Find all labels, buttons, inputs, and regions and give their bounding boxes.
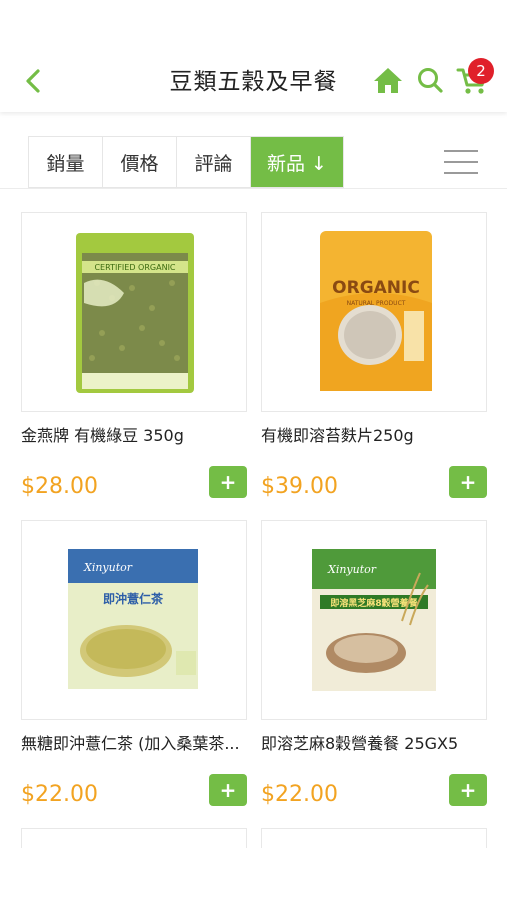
product-image: ORGANIC NATURAL PRODUCT [320, 231, 432, 391]
bottom-area [0, 848, 507, 900]
product-price: $39.00 [261, 474, 338, 499]
svg-text:即溶黑芝麻8穀營養餐: 即溶黑芝麻8穀營養餐 [330, 597, 418, 609]
add-to-cart-button[interactable]: + [209, 466, 247, 498]
product-price: $22.00 [261, 782, 338, 807]
sort-tab-sales[interactable]: 銷量 [29, 137, 103, 187]
home-button[interactable] [372, 64, 404, 96]
svg-text:CERTIFIED ORGANIC: CERTIFIED ORGANIC [94, 263, 175, 272]
product-name[interactable]: 金燕牌 有機綠豆 350g [21, 422, 251, 446]
svg-text:Xinyutor: Xinyutor [327, 563, 377, 576]
sort-tab-price[interactable]: 價格 [103, 137, 177, 187]
home-icon [374, 68, 402, 93]
sort-tab-new[interactable]: 新品 ↓ [251, 137, 343, 187]
menu-icon[interactable] [444, 150, 478, 176]
search-button[interactable] [416, 65, 444, 95]
product-image: Xinyutor 即溶黑芝麻8穀營養餐 [312, 549, 436, 691]
sort-tab-reviews[interactable]: 評論 [177, 137, 251, 187]
product-price: $22.00 [21, 782, 98, 807]
add-to-cart-button[interactable]: + [449, 466, 487, 498]
product-name[interactable]: 有機即溶苔麩片250g [261, 422, 491, 446]
product-image-frame: Xinyutor 即溶黑芝麻8穀營養餐 [261, 520, 487, 720]
cart-count-badge: 2 [468, 58, 494, 84]
sort-tabs: 銷量 價格 評論 新品 ↓ [28, 136, 344, 188]
product-price: $28.00 [21, 474, 98, 499]
product-name[interactable]: 即溶芝麻8穀營養餐 25GX5 [261, 730, 491, 754]
search-icon [418, 68, 443, 93]
product-image-frame: Xinyutor 即沖薏仁茶 [21, 520, 247, 720]
product-image: Xinyutor 即沖薏仁茶 [68, 549, 198, 689]
svg-text:Xinyutor: Xinyutor [83, 561, 133, 574]
svg-text:ORGANIC: ORGANIC [332, 278, 420, 298]
product-name[interactable]: 無糖即沖薏仁茶 (加入桑葉茶... [21, 730, 251, 754]
add-to-cart-button[interactable]: + [209, 774, 247, 806]
app-header: 豆類五穀及早餐 2 [0, 0, 507, 112]
product-image: CERTIFIED ORGANIC [76, 233, 194, 393]
sort-bar: 銷量 價格 評論 新品 ↓ [0, 136, 507, 188]
product-image-frame: ORGANIC NATURAL PRODUCT [261, 212, 487, 412]
divider [0, 188, 507, 189]
svg-text:即沖薏仁茶: 即沖薏仁茶 [103, 591, 164, 606]
product-image-frame: CERTIFIED ORGANIC [21, 212, 247, 412]
add-to-cart-button[interactable]: + [449, 774, 487, 806]
